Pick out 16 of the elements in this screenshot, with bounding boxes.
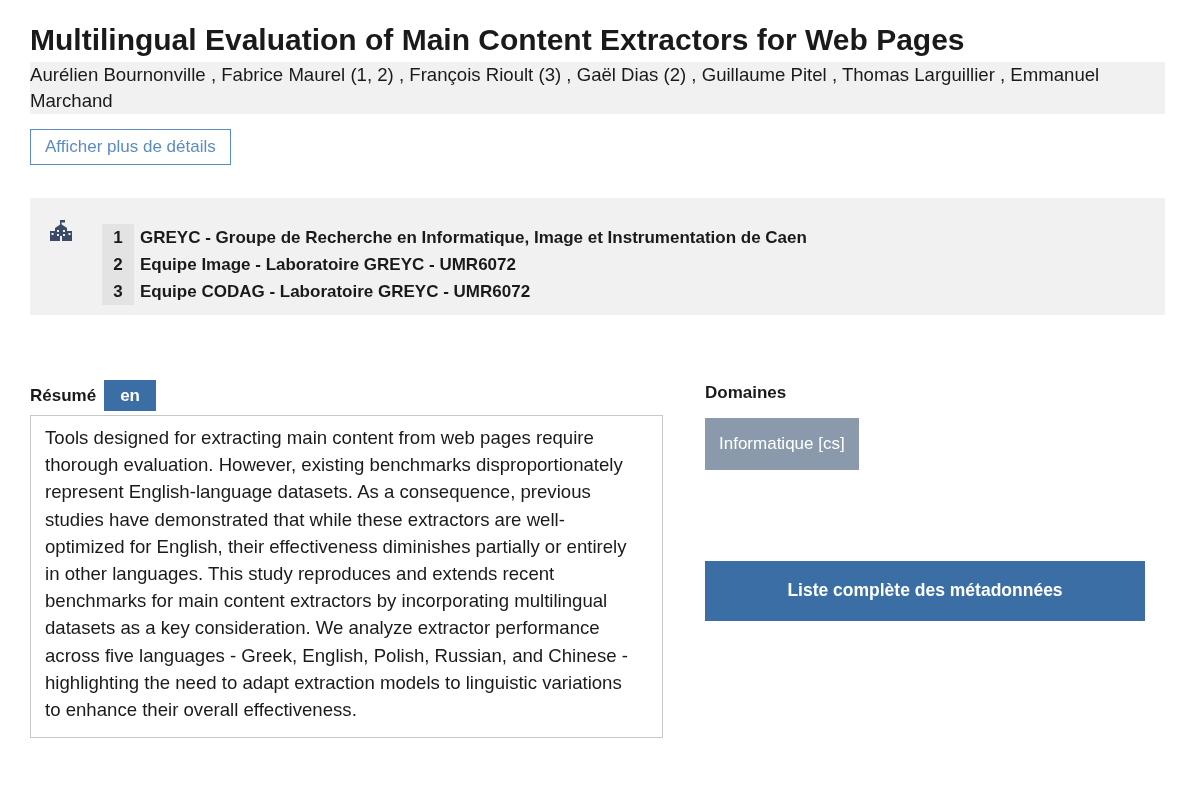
affiliation-name: GREYC - Groupe de Recherche en Informatique, Image et Instrumentation de Caen [140,226,807,249]
affiliation-number: 1 [102,223,134,251]
affiliation-number: 3 [102,277,134,305]
affiliation-name: Equipe Image - Laboratoire GREYC - UMR6072 [140,253,516,276]
language-tab[interactable]: en [104,379,156,411]
domains-label: Domaines [705,381,788,404]
details-button[interactable]: Afficher plus de détails [30,129,231,165]
abstract-text: Tools designed for extracting main content from web pages require thorough evaluation. However, existing benchmarks disproportionately represent English-language datasets. As a consequence, previous studies have demonstrated that while these extractors are well-optimized for English, their effectiveness diminishes partially or entirely in other languages. This study reproduces and extends recent benchmarks for main content extractors by incorporating multilingual datasets as a key consideration. We analyze extractor performance across five languages - Greek, English, Polish, Russian, and Chinese - highlighting the need to adapt extraction models to linguistic variations to enhance their overall effectiveness. [30,415,663,739]
page-title: Multilingual Evaluation of Main Content Extractors for Web Pages [30,22,966,58]
author-list: Aurélien Bournonville , Fabrice Maurel (1, 2) , François Rioult (3) , Gaël Dias (2) , Guillaume Pitel , Thomas Larguillier , Emmanuel Marchand [30,62,1165,114]
building-icon [50,219,72,242]
affiliation-name: Equipe CODAG - Laboratoire GREYC - UMR6072 [140,280,531,303]
metadata-button[interactable]: Liste complète des métadonnées [705,560,1145,621]
affiliation-number: 2 [102,250,134,278]
abstract-label: Résumé [30,384,97,407]
domain-tag[interactable]: Informatique [cs] [705,418,859,470]
